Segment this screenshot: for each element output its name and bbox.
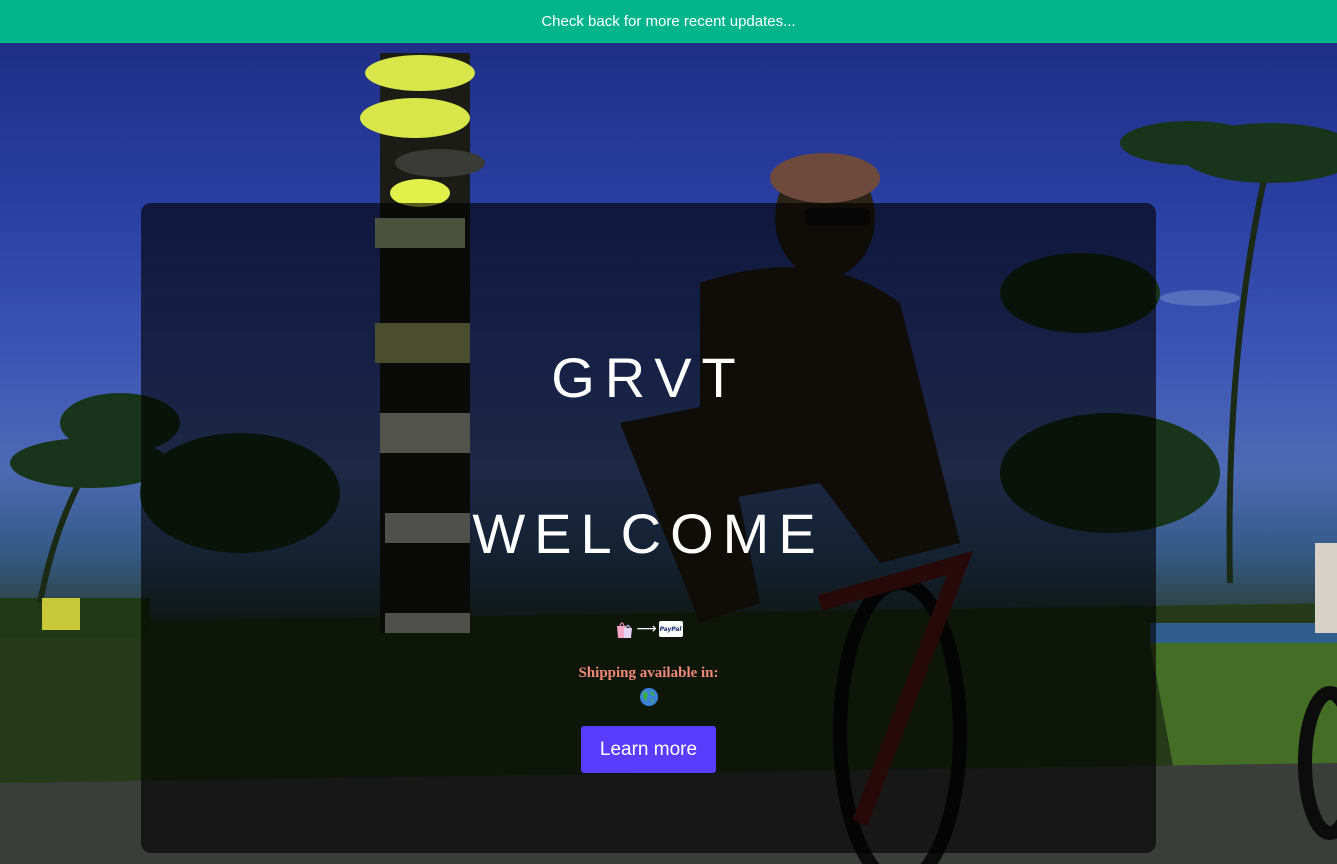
announcement-bar: Check back for more recent updates...	[0, 0, 1337, 43]
welcome-heading: WELCOME	[472, 502, 825, 565]
announcement-text: Check back for more recent updates...	[541, 13, 796, 30]
welcome-card: GRVT WELCOME ⟶ PayPal Shipping available…	[141, 203, 1156, 853]
shipping-label: Shipping available in:	[578, 665, 719, 681]
learn-more-button[interactable]: Learn more	[581, 726, 716, 773]
right-arrow-icon: ⟶	[636, 621, 657, 637]
paypal-icon: PayPal	[658, 621, 683, 637]
payment-methods-row: ⟶ PayPal	[141, 619, 1156, 639]
shipping-regions	[141, 687, 1156, 707]
globe-icon	[639, 688, 658, 706]
brand-title: GRVT	[551, 346, 746, 409]
shopping-bags-icon	[614, 619, 634, 639]
hero-section: GRVT WELCOME ⟶ PayPal Shipping available…	[0, 43, 1337, 864]
